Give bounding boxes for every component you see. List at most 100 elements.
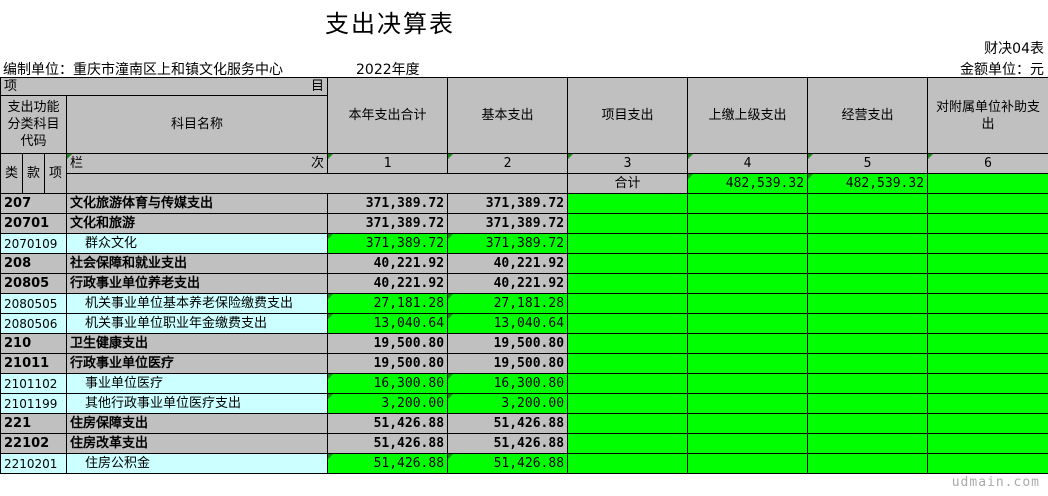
row-col-1: 51,426.88 [327, 453, 449, 474]
fiscal-year: 2022年度 [356, 62, 420, 78]
row-code: 221 [0, 413, 67, 434]
row-col-4 [687, 233, 809, 254]
table-row: 22102 住房改革支出 51,426.88 51,426.88 [0, 433, 1048, 454]
row-col-4 [687, 313, 809, 334]
row-col-2: 16,300.80 [447, 373, 569, 394]
row-col-1: 19,500.80 [327, 333, 449, 354]
col-header-total: 本年支出合计 [327, 77, 449, 154]
row-col-3 [567, 373, 689, 394]
row-col-2: 40,221.92 [447, 273, 569, 294]
row-col-6 [927, 193, 1048, 214]
row-col-3 [567, 413, 689, 434]
row-subject-name: 文化和旅游 [65, 213, 329, 234]
row-subject-name: 事业单位医疗 [65, 373, 329, 394]
row-col-2: 3,200.00 [447, 393, 569, 414]
row-subject-name: 其他行政事业单位医疗支出 [65, 393, 329, 414]
table-row: 221 住房保障支出 51,426.88 51,426.88 [0, 413, 1048, 434]
row-col-5 [807, 373, 929, 394]
row-col-6 [927, 273, 1048, 294]
row-col-6 [927, 413, 1048, 434]
total-col-2: 482,539.32 [807, 173, 929, 194]
row-code: 2101102 [0, 373, 67, 394]
row-code: 2080506 [0, 313, 67, 334]
col-number-1: 1 [327, 153, 449, 174]
form-number: 财决04表 [984, 41, 1044, 57]
row-col-2: 19,500.80 [447, 333, 569, 354]
table-row: 210 卫生健康支出 19,500.80 19,500.80 [0, 333, 1048, 354]
watermark: udmain.com [951, 475, 1040, 490]
row-subject-name: 群众文化 [65, 233, 329, 254]
row-col-6 [927, 253, 1048, 274]
row-subject-name: 机关事业单位职业年金缴费支出 [65, 313, 329, 334]
row-col-1: 371,389.72 [327, 233, 449, 254]
row-col-1: 3,200.00 [327, 393, 449, 414]
header-kuan: 款 [22, 153, 45, 194]
row-code: 208 [0, 253, 67, 274]
row-col-3 [567, 333, 689, 354]
subject-name-header: 科目名称 [65, 95, 329, 154]
row-col-2: 371,389.72 [447, 193, 569, 214]
header-mu: 目 [311, 78, 325, 94]
header-ci: 次 [311, 155, 325, 171]
row-col-5 [807, 293, 929, 314]
row-col-1: 40,221.92 [327, 253, 449, 274]
row-col-1: 13,040.64 [327, 313, 449, 334]
header-lan: 栏 [70, 155, 84, 171]
table-row: 207 文化旅游体育与传媒支出 371,389.72 371,389.72 [0, 193, 1048, 214]
func-code-header: 支出功能分类科目代码 [0, 95, 67, 154]
row-col-1: 27,181.28 [327, 293, 449, 314]
reporting-unit: 编制单位：重庆市潼南区上和镇文化服务中心 [3, 62, 283, 78]
row-col-5 [807, 353, 929, 374]
col-header-basic: 基本支出 [447, 77, 569, 154]
row-col-5 [807, 413, 929, 434]
row-col-3 [567, 313, 689, 334]
row-col-2: 51,426.88 [447, 413, 569, 434]
row-col-4 [687, 453, 809, 474]
row-col-4 [687, 193, 809, 214]
row-subject-name: 社会保障和就业支出 [65, 253, 329, 274]
row-col-6 [927, 293, 1048, 314]
col-header-subsidy: 对附属单位补助支出 [927, 77, 1048, 154]
row-col-2: 371,389.72 [447, 233, 569, 254]
row-col-6 [927, 453, 1048, 474]
header-xiang-code: 项 [44, 153, 67, 194]
table-row: 208 社会保障和就业支出 40,221.92 40,221.92 [0, 253, 1048, 274]
table-row: 2101199 其他行政事业单位医疗支出 3,200.00 3,200.00 [0, 393, 1048, 414]
col-header-project: 项目支出 [567, 77, 689, 154]
row-col-2: 51,426.88 [447, 453, 569, 474]
row-code: 2210201 [0, 453, 67, 474]
table-row: 2210201 住房公积金 51,426.88 51,426.88 [0, 453, 1048, 474]
row-subject-name: 住房公积金 [65, 453, 329, 474]
row-col-5 [807, 253, 929, 274]
header-row-xiangmu: 项 目 本年支出合计 基本支出 项目支出 上缴上级支出 经营支出 对附属单位补助… [0, 77, 1048, 154]
row-col-5 [807, 433, 929, 454]
col-number-2: 2 [447, 153, 569, 174]
row-col-6 [927, 393, 1048, 414]
col-number-4: 4 [687, 153, 809, 174]
expenditure-table: 项 目 本年支出合计 基本支出 项目支出 上缴上级支出 经营支出 对附属单位补助… [0, 77, 1048, 474]
row-code: 210 [0, 333, 67, 354]
row-col-5 [807, 313, 929, 334]
row-subject-name: 行政事业单位养老支出 [65, 273, 329, 294]
row-subject-name: 住房改革支出 [65, 433, 329, 454]
row-col-5 [807, 453, 929, 474]
header-xiang: 项 [4, 78, 18, 94]
col-number-5: 5 [807, 153, 929, 174]
col-number-6: 6 [927, 153, 1048, 174]
row-col-5 [807, 213, 929, 234]
row-col-6 [927, 373, 1048, 394]
table-row: 21011 行政事业单位医疗 19,500.80 19,500.80 [0, 353, 1048, 374]
row-col-4 [687, 273, 809, 294]
row-col-3 [567, 433, 689, 454]
row-code: 2101199 [0, 393, 67, 414]
row-subject-name: 行政事业单位医疗 [65, 353, 329, 374]
row-col-6 [927, 433, 1048, 454]
table-row: 20701 文化和旅游 371,389.72 371,389.72 [0, 213, 1048, 234]
row-code: 21011 [0, 353, 67, 374]
row-col-6 [927, 313, 1048, 334]
total-col-3 [927, 173, 1048, 194]
row-col-1: 51,426.88 [327, 413, 449, 434]
table-row: 2101102 事业单位医疗 16,300.80 16,300.80 [0, 373, 1048, 394]
row-col-1: 40,221.92 [327, 273, 449, 294]
money-unit: 金额单位：元 [960, 62, 1044, 78]
